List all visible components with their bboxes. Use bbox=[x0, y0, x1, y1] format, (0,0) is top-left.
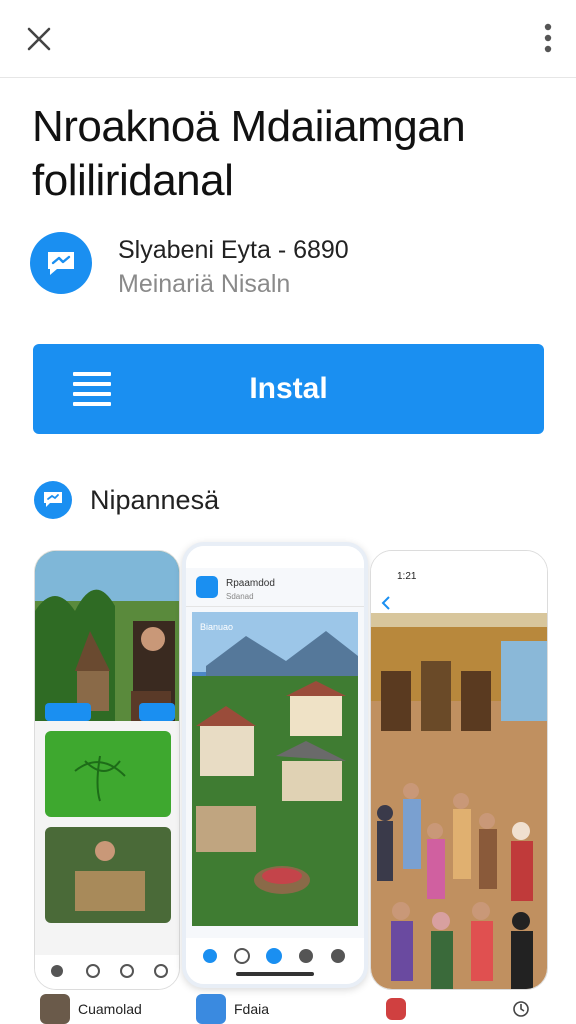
screenshot-3-time: 1:21 bbox=[397, 571, 417, 582]
app-title: Nroaknoä Mdaiiamgan foliliridanal bbox=[32, 102, 466, 205]
chat-bubble-icon bbox=[48, 252, 74, 275]
related-app-2-icon bbox=[196, 994, 226, 1024]
related-app-1-icon bbox=[40, 994, 70, 1024]
screenshot-3-image bbox=[371, 551, 547, 989]
close-button[interactable] bbox=[20, 20, 58, 58]
related-app-1-label: Cuamolad bbox=[78, 1001, 142, 1017]
install-button[interactable]: Instal bbox=[33, 344, 544, 434]
developer-name[interactable]: Slyabeni Eyta - 6890 bbox=[118, 236, 349, 265]
app-subtitle: Meinariä Nisaln bbox=[118, 270, 291, 298]
screenshot-1-image bbox=[35, 551, 179, 989]
developer-row: Slyabeni Eyta - 6890 Meinariä Nisaln bbox=[30, 230, 550, 298]
screenshot-3[interactable]: 1:21 bbox=[370, 550, 548, 990]
language-row[interactable]: Nipannesä bbox=[34, 480, 219, 520]
timer-icon bbox=[513, 1001, 529, 1017]
chat-bubble-icon bbox=[44, 492, 62, 507]
install-label: Instal bbox=[249, 372, 328, 405]
screenshot-1[interactable] bbox=[34, 550, 180, 990]
screenshot-2-image bbox=[186, 546, 364, 984]
more-options-button[interactable] bbox=[538, 18, 558, 58]
related-app-1[interactable]: Cuamolad bbox=[40, 994, 142, 1024]
more-vert-icon bbox=[544, 23, 552, 53]
related-app-2-label: Fdaia bbox=[234, 1001, 270, 1017]
related-app-3-icon bbox=[386, 998, 406, 1020]
screenshot-2-app-title: Rpaamdod bbox=[226, 578, 275, 589]
top-bar bbox=[0, 0, 576, 78]
related-app-3[interactable] bbox=[386, 994, 406, 1024]
related-app-4[interactable] bbox=[512, 994, 530, 1024]
hamburger-icon bbox=[73, 372, 111, 406]
screenshot-carousel[interactable]: Rpaamdod Sdanad Bianuao 1:21 bbox=[0, 540, 576, 1024]
related-app-2[interactable]: Fdaia bbox=[196, 994, 269, 1024]
language-label: Nipannesä bbox=[90, 484, 220, 515]
screenshot-2-app-subtitle: Sdanad bbox=[226, 592, 254, 601]
screenshot-2-banner: Bianuao bbox=[200, 622, 234, 632]
related-apps-row: Cuamolad Fdaia bbox=[0, 990, 576, 1024]
screenshot-2[interactable]: Rpaamdod Sdanad Bianuao bbox=[182, 542, 368, 988]
app-logo bbox=[30, 232, 92, 294]
language-icon bbox=[34, 481, 72, 519]
close-icon bbox=[27, 27, 51, 51]
